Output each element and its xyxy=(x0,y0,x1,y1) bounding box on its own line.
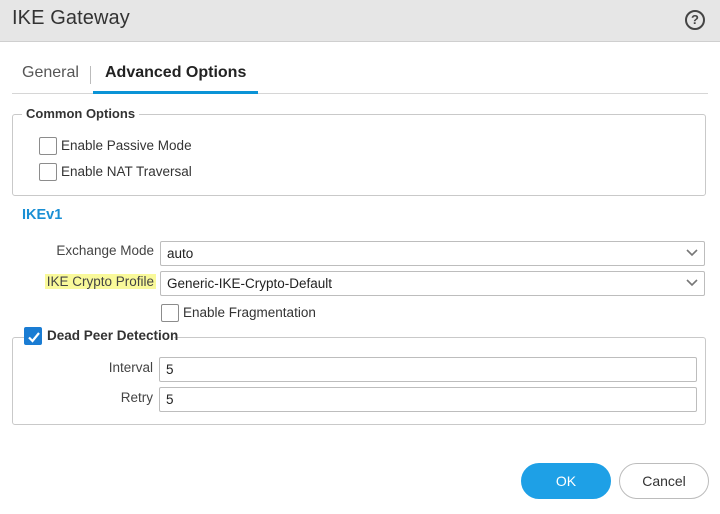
dpd-legend: Dead Peer Detection xyxy=(47,328,179,343)
retry-label: Retry xyxy=(120,390,153,405)
exchange-mode-value: auto xyxy=(167,246,194,261)
fragmentation-label: Enable Fragmentation xyxy=(183,305,316,320)
dpd-legend-row: Dead Peer Detection xyxy=(24,327,178,345)
chevron-down-icon xyxy=(686,249,698,257)
checkmark-icon xyxy=(28,332,40,343)
retry-input[interactable]: 5 xyxy=(159,387,697,412)
interval-label: Interval xyxy=(108,360,153,375)
crypto-profile-value: Generic-IKE-Crypto-Default xyxy=(167,276,333,291)
crypto-profile-label-text: IKE Crypto Profile xyxy=(44,274,156,289)
tab-advanced-options[interactable]: Advanced Options xyxy=(93,64,259,94)
ok-button[interactable]: OK xyxy=(521,463,611,499)
dialog-titlebar: IKE Gateway ? xyxy=(0,0,720,42)
nat-traversal-checkbox[interactable] xyxy=(39,163,57,181)
common-options-group xyxy=(12,114,706,196)
exchange-mode-select[interactable]: auto xyxy=(160,241,705,266)
tab-bar: General Advanced Options xyxy=(12,60,708,94)
cancel-button[interactable]: Cancel xyxy=(619,463,709,499)
common-options-legend: Common Options xyxy=(22,106,140,121)
chevron-down-icon xyxy=(686,279,698,287)
tab-separator xyxy=(90,66,91,84)
passive-mode-label: Enable Passive Mode xyxy=(61,138,192,153)
interval-input[interactable]: 5 xyxy=(159,357,697,382)
exchange-mode-label: Exchange Mode xyxy=(56,243,154,258)
crypto-profile-select[interactable]: Generic-IKE-Crypto-Default xyxy=(160,271,705,296)
dpd-checkbox[interactable] xyxy=(24,327,42,345)
passive-mode-checkbox[interactable] xyxy=(39,137,57,155)
tab-general[interactable]: General xyxy=(22,64,79,94)
fragmentation-checkbox[interactable] xyxy=(161,304,179,322)
crypto-profile-label: IKE Crypto Profile xyxy=(44,271,156,293)
nat-traversal-label: Enable NAT Traversal xyxy=(61,164,192,179)
ikev1-section-title: IKEv1 xyxy=(22,207,63,223)
dialog-title: IKE Gateway xyxy=(12,7,130,29)
help-icon[interactable]: ? xyxy=(685,10,705,30)
